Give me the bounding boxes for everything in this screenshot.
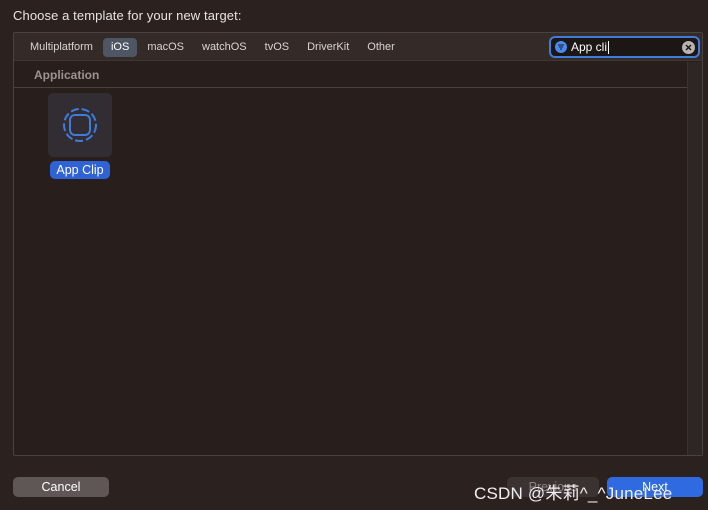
- text-cursor: [608, 41, 610, 55]
- app-clip-icon: [48, 93, 112, 157]
- platform-tabs: Multiplatform iOS macOS watchOS tvOS Dri…: [22, 38, 403, 57]
- template-tile-app-clip[interactable]: App Clip: [48, 93, 112, 179]
- clear-icon[interactable]: [682, 40, 695, 54]
- cancel-button[interactable]: Cancel: [13, 477, 109, 497]
- tab-multiplatform[interactable]: Multiplatform: [22, 38, 101, 57]
- vertical-scrollbar[interactable]: [687, 62, 702, 455]
- tab-watchos[interactable]: watchOS: [194, 38, 255, 57]
- tab-macos[interactable]: macOS: [139, 38, 192, 57]
- dialog-prompt: Choose a template for your new target:: [13, 8, 242, 23]
- tab-tvos[interactable]: tvOS: [257, 38, 297, 57]
- template-panel: Multiplatform iOS macOS watchOS tvOS Dri…: [13, 32, 703, 456]
- filter-icon: [555, 41, 567, 53]
- section-title: Application: [34, 68, 100, 82]
- previous-button[interactable]: Previous: [507, 477, 599, 497]
- filter-search-field[interactable]: App cli: [549, 36, 700, 58]
- search-value: App cli: [571, 39, 608, 54]
- tab-ios[interactable]: iOS: [102, 38, 138, 57]
- tab-driverkit[interactable]: DriverKit: [299, 38, 357, 57]
- template-label: App Clip: [50, 161, 110, 179]
- tab-other[interactable]: Other: [359, 38, 403, 57]
- section-header: Application: [14, 62, 688, 88]
- platform-toolbar: Multiplatform iOS macOS watchOS tvOS Dri…: [14, 33, 702, 61]
- search-input[interactable]: App cli: [571, 39, 682, 55]
- next-button[interactable]: Next: [607, 477, 703, 497]
